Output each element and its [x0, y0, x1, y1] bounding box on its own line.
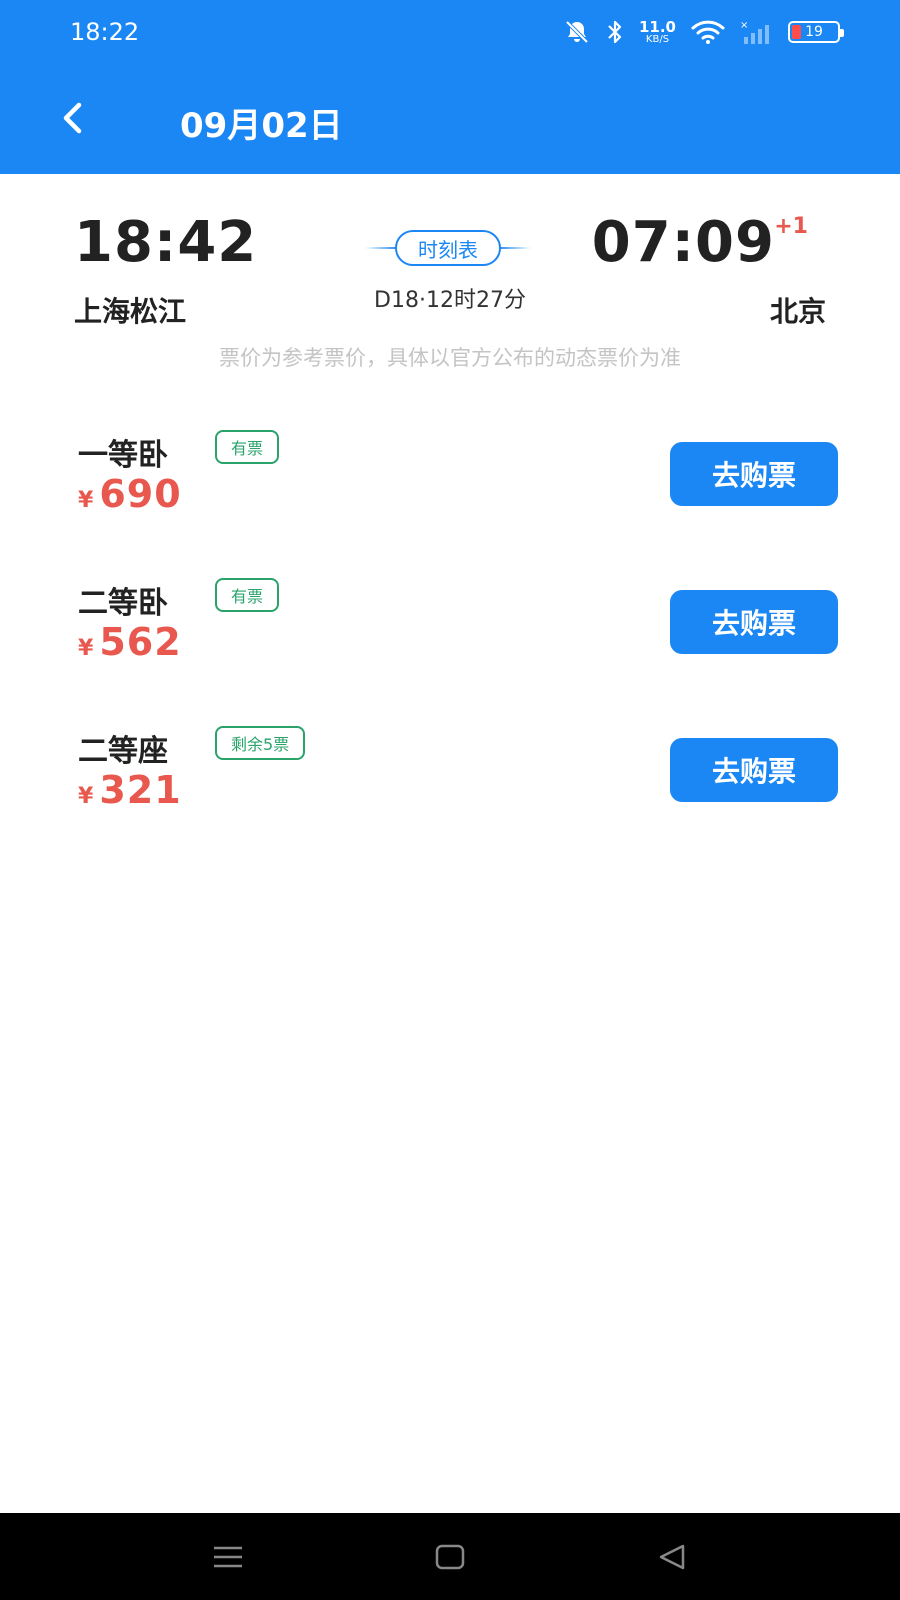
seat-price: ¥ 562: [78, 620, 182, 664]
home-icon: [435, 1544, 465, 1570]
net-speed-unit: KB/S: [645, 33, 670, 45]
status-bar: 18:22 11.0 KB/S × 19: [0, 0, 900, 64]
seat-row: 二等座 剩余5票 ¥ 321 去购票: [0, 716, 900, 864]
chevron-left-icon: [63, 102, 82, 134]
price-note: 票价为参考票价，具体以官方公布的动态票价为准: [219, 346, 681, 370]
seat-type: 二等座: [78, 734, 168, 769]
arrival-time: 07:09: [591, 210, 775, 275]
net-speed-value: 11.0: [638, 17, 676, 36]
buy-ticket-button[interactable]: 去购票: [670, 590, 838, 654]
buy-ticket-button[interactable]: 去购票: [670, 738, 838, 802]
seat-price: ¥ 321: [78, 768, 182, 812]
availability-badge: 有票: [215, 578, 280, 612]
signal-icon: ×: [740, 19, 774, 45]
buy-ticket-button[interactable]: 去购票: [670, 442, 838, 506]
availability-badge: 有票: [215, 430, 280, 464]
seat-row: 二等卧 有票 ¥ 562 去购票: [0, 568, 900, 716]
status-time: 18:22: [70, 18, 140, 46]
page-title: 09月02日: [180, 106, 343, 146]
seat-list: 一等卧 有票 ¥ 690 去购票 二等卧 有票 ¥ 562 去购票 二等座 剩余…: [0, 420, 900, 864]
nav-bar: 09月02日: [0, 64, 900, 174]
seat-price: ¥ 690: [78, 472, 182, 516]
status-icons: 11.0 KB/S × 19: [563, 16, 844, 48]
seat-type: 二等卧: [78, 586, 168, 621]
battery-level-fill: [792, 25, 801, 39]
seat-row: 一等卧 有票 ¥ 690 去购票: [0, 420, 900, 568]
journey-summary: 18:42 07:09 +1 上海松江 北京 时刻表 D18·12时27分 票价…: [0, 174, 900, 394]
currency-symbol: ¥: [78, 488, 94, 513]
net-speed: 11.0 KB/S: [638, 17, 676, 45]
menu-button[interactable]: [206, 1535, 250, 1579]
home-button[interactable]: [428, 1535, 472, 1579]
timetable-control: 时刻表: [365, 230, 531, 266]
menu-icon: [214, 1546, 242, 1568]
price-amount: 690: [99, 472, 182, 516]
svg-text:×: ×: [740, 20, 748, 31]
back-button[interactable]: [50, 96, 94, 140]
battery-icon: 19: [788, 21, 844, 43]
seat-type: 一等卧: [78, 438, 168, 473]
train-info: D18·12时27分: [374, 288, 526, 313]
header: 18:22 11.0 KB/S × 19 09月02日: [0, 0, 900, 174]
mute-icon: [563, 18, 591, 46]
wifi-icon: [690, 19, 726, 45]
timetable-button[interactable]: 时刻表: [395, 230, 501, 266]
availability-badge: 剩余5票: [215, 726, 306, 760]
departure-time: 18:42: [74, 210, 258, 275]
battery-level: 19: [805, 24, 823, 40]
currency-symbol: ¥: [78, 784, 94, 809]
back-triangle-icon: [659, 1544, 685, 1570]
bluetooth-icon: [605, 18, 625, 46]
price-amount: 562: [99, 620, 182, 664]
system-back-button[interactable]: [650, 1535, 694, 1579]
price-amount: 321: [99, 768, 182, 812]
arrival-day-offset: +1: [774, 214, 808, 239]
currency-symbol: ¥: [78, 636, 94, 661]
system-nav-bar: [0, 1513, 900, 1600]
